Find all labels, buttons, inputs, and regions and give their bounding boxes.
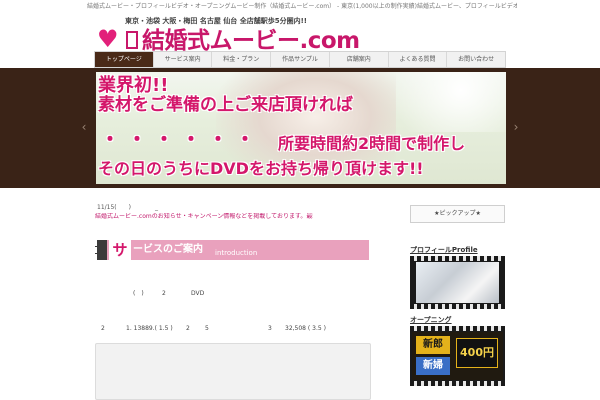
nav-item-service[interactable]: サービス案内 [154,52,213,67]
site-tagline: 結婚式ムービー・プロフィールビデオ・オープニングムービー制作（結婚式ムービー.c… [87,3,517,10]
sidebar-pickup-box[interactable]: ★ピックアップ★ [410,205,505,223]
nav-item-faq[interactable]: よくある質問 [389,52,448,67]
film-strip-icon [95,240,107,260]
groom-sign: 新郎 [416,336,450,354]
post-date: 11/15( ) _ [97,204,158,211]
main-nav: トップページ サービス案内 料金・プラン 作品サンプル 店舗案内 よくある質問 … [94,51,506,68]
film-holes-bottom [410,304,505,309]
hero-slide[interactable]: 業界初!! 素材をご準備の上ご来店頂ければ ・・・・・・ 所要時間約2時間で制作… [96,72,506,184]
slider-prev-icon[interactable]: ‹ [79,121,89,133]
hero-line-4: 所要時間約2時間で制作し [278,134,466,153]
service-heading: サ ービスのご案内 introduction [95,240,369,260]
hero-dots: ・・・・・・ [100,127,262,151]
nav-item-contact[interactable]: お問い合わせ [447,52,505,67]
nav-item-samples[interactable]: 作品サンプル [271,52,330,67]
row2-cell-b: 1. 13889.( 1.5 ) [126,325,173,332]
hero-line-5: その日のうちにDVDをお持ち帰り頂けます!! [98,159,424,178]
site-logo[interactable]: ♥ 東京・池袋 大阪・梅田 名古屋 仙台 全店舗駅歩5分圏内!! 結婚式ムービー… [97,14,397,54]
nav-item-price[interactable]: 料金・プラン [212,52,272,67]
film-icon [126,31,138,49]
post-link[interactable]: 結婚式ムービー.comのお知らせ・キャンペーン情報などを掲載しております。最新の… [95,213,313,221]
bokeh-light [356,72,506,132]
row2-cell-f: 32,508 ( 3.5 ) [285,325,326,332]
film-holes-bottom [410,381,505,386]
film-holes-top [410,326,505,331]
couple-collage-image [416,262,499,303]
content-box [95,343,371,400]
row1-cell-b: 2 [162,290,166,297]
row2-cell-c: 2 [186,325,190,332]
bride-sign: 新婦 [416,357,450,375]
sidebar-profile-label[interactable]: プロフィールProfile [410,246,478,255]
signboard-image: 新郎 新婦 400円 [412,332,503,380]
profile-video-thumbnail[interactable] [410,256,505,309]
service-heading-title: ービスのご案内 [133,244,203,255]
logo-locations: 東京・池袋 大阪・梅田 名古屋 仙台 全店舗駅歩5分圏内!! [125,17,308,25]
row1-cell-a: ( ) [133,290,144,297]
nav-item-home[interactable]: トップページ [95,52,154,67]
film-holes-top [410,256,505,261]
slider-next-icon[interactable]: › [511,121,521,133]
heart-icon: ♥ [97,25,119,53]
row1-cell-c: DVD [191,290,205,297]
price-sign: 400円 [456,338,498,368]
sidebar-opening-label[interactable]: オープニング [410,316,452,325]
row2-cell-d: 5 [205,325,209,332]
opening-video-thumbnail[interactable]: 新郎 新婦 400円 [410,326,505,386]
hero-line-2: 素材をご準備の上ご来店頂ければ [98,95,353,115]
row2-cell-a: 2 [101,325,105,332]
service-heading-sub: introduction [215,249,258,257]
row2-cell-e: 3 [268,325,272,332]
nav-item-shops[interactable]: 店舗案内 [330,52,389,67]
service-heading-initial: サ [109,240,131,260]
